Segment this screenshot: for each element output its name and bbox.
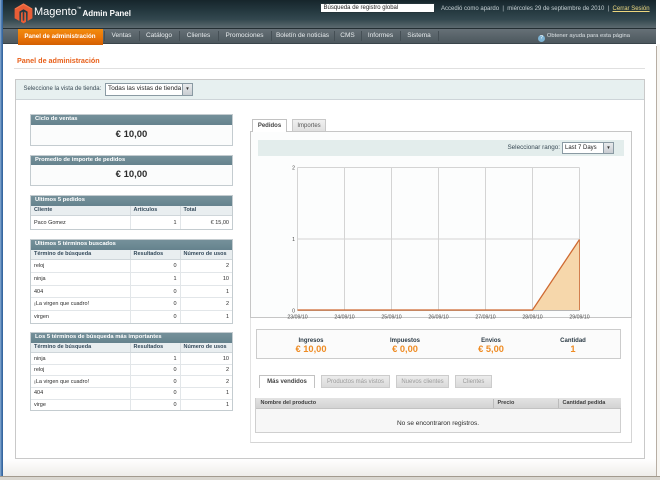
svg-text:23/09/10: 23/09/10: [287, 315, 307, 321]
svg-text:29/09/10: 29/09/10: [569, 315, 589, 321]
svg-text:0: 0: [292, 309, 295, 315]
svg-text:1: 1: [292, 237, 295, 243]
svg-text:27/09/10: 27/09/10: [475, 315, 495, 321]
svg-text:24/09/10: 24/09/10: [334, 315, 354, 321]
svg-text:28/09/10: 28/09/10: [522, 315, 542, 321]
svg-text:2: 2: [292, 166, 295, 172]
svg-text:25/09/10: 25/09/10: [381, 315, 401, 321]
svg-text:26/09/10: 26/09/10: [428, 315, 448, 321]
